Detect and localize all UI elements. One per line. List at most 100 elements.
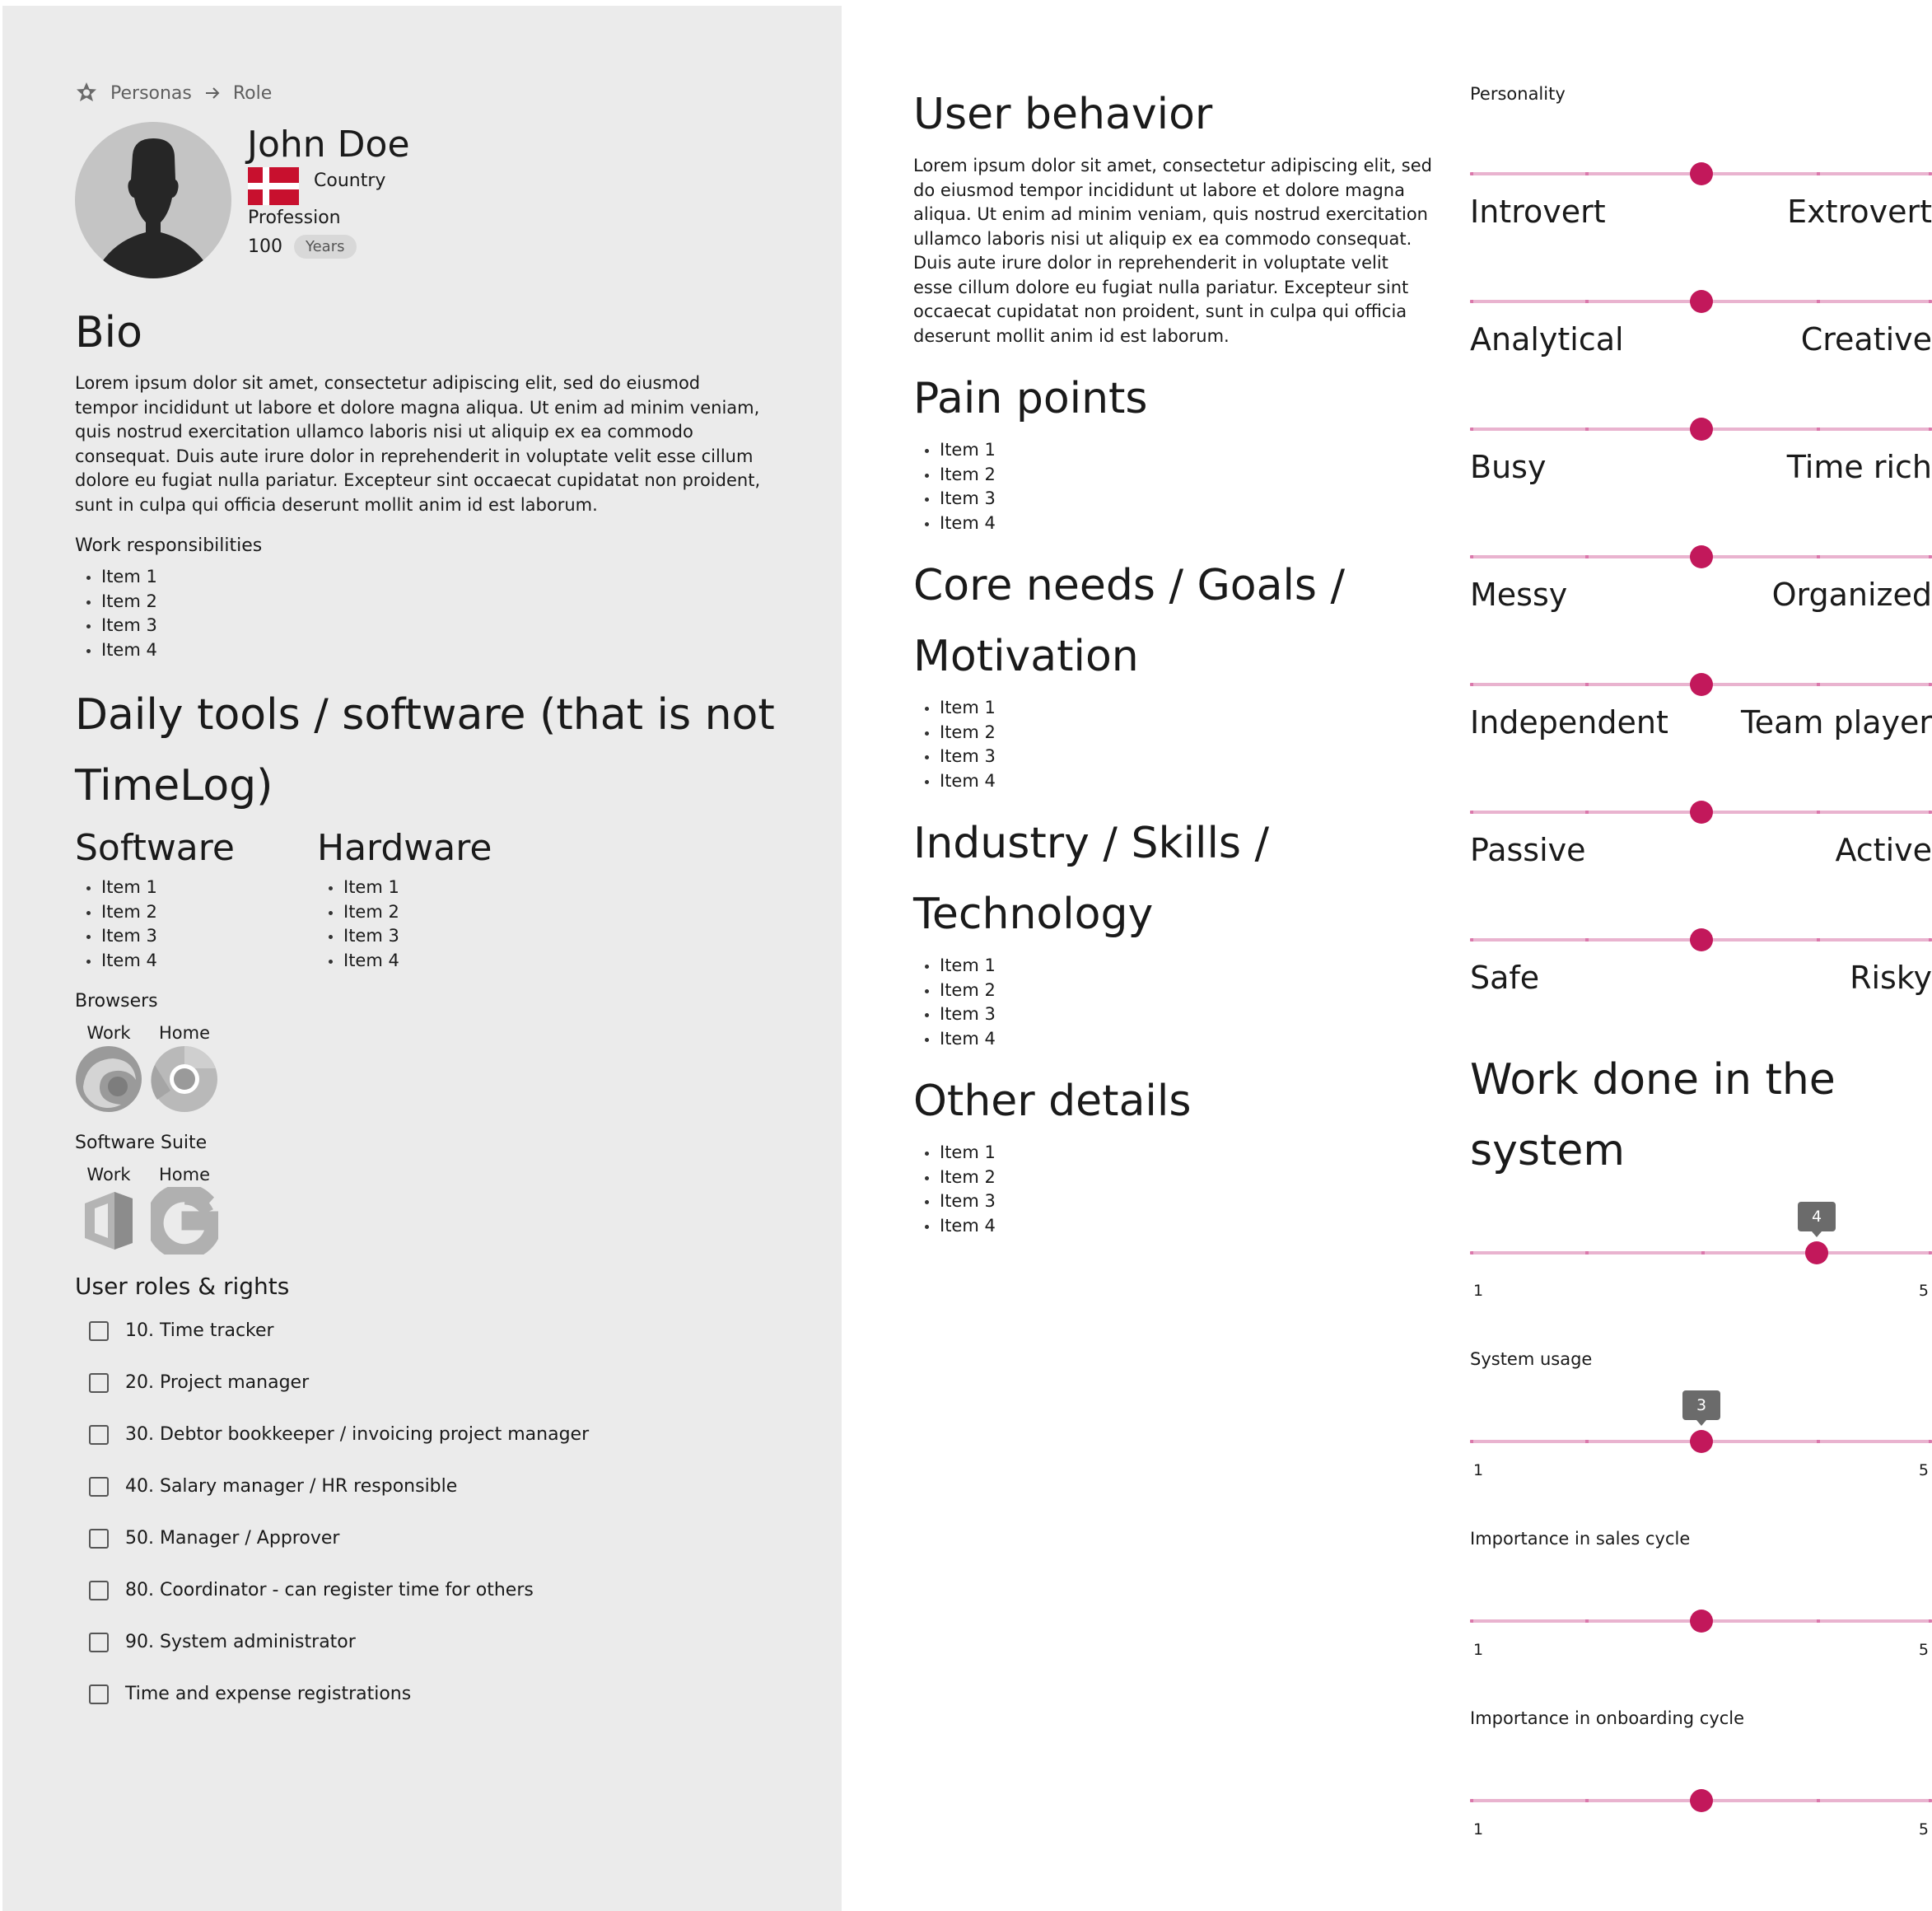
slider-thumb[interactable] — [1690, 290, 1713, 313]
slider-thumb[interactable]: 4 — [1798, 1202, 1836, 1264]
denmark-flag-icon — [248, 167, 299, 205]
personality-slider[interactable] — [1470, 540, 1932, 573]
slider-tick — [1585, 1440, 1589, 1443]
other-details-title: Other details — [913, 1077, 1192, 1126]
system-usage-slider[interactable]: 3 — [1470, 1390, 1932, 1458]
slider-tick — [1585, 1799, 1589, 1802]
software-suite-title: Software Suite — [75, 1133, 208, 1153]
checkbox[interactable] — [89, 1528, 109, 1549]
chrome-icon — [151, 1045, 218, 1116]
slider-thumb[interactable] — [1690, 928, 1713, 951]
work-done-title: Work done in the system — [1470, 1055, 1836, 1175]
list-item: Item 3 — [913, 745, 996, 769]
scale-right-label: Creative — [1800, 321, 1932, 357]
work-done-slider[interactable]: 4 — [1470, 1202, 1932, 1269]
role-label: 30. Debtor bookkeeper / invoicing projec… — [125, 1424, 590, 1445]
scale-left-label: Passive — [1470, 832, 1586, 868]
slider-tick — [1470, 1251, 1473, 1255]
checkbox[interactable] — [89, 1632, 109, 1652]
range-min: 1 — [1473, 1820, 1484, 1839]
checkbox[interactable] — [89, 1684, 109, 1704]
personality-scale-labels: Introvert Extrovert — [1470, 191, 1932, 232]
list-item: Item 1 — [75, 565, 157, 590]
bio-title: Bio — [75, 308, 142, 357]
list-item: Item 4 — [75, 638, 157, 663]
core-needs-list: Item 1 Item 2 Item 3 Item 4 — [913, 696, 996, 793]
slider-thumb[interactable] — [1690, 545, 1713, 568]
range-max: 5 — [1918, 1461, 1929, 1479]
slider-thumb[interactable] — [1690, 1789, 1713, 1812]
list-item: Item 3 — [75, 614, 157, 638]
checkbox[interactable] — [89, 1476, 109, 1497]
bio-text: Lorem ipsum dolor sit amet, consectetur … — [75, 373, 761, 515]
suite-work-label: Work — [86, 1165, 131, 1184]
role-checkbox-row[interactable]: 10. Time tracker — [75, 1305, 589, 1357]
breadcrumb-root-link[interactable]: Personas — [110, 83, 192, 104]
sales-cycle-range: 15 — [1470, 1640, 1929, 1660]
slider-tick — [1585, 938, 1589, 941]
other-details-list: Item 1 Item 2 Item 3 Item 4 — [913, 1141, 996, 1238]
personality-slider[interactable] — [1470, 796, 1932, 829]
person-silhouette-icon — [93, 138, 213, 278]
checkbox[interactable] — [89, 1372, 109, 1393]
personality-slider[interactable] — [1470, 285, 1932, 318]
slider-tick — [1929, 1799, 1932, 1802]
slider-tick — [1929, 938, 1932, 941]
checkbox[interactable] — [89, 1424, 109, 1445]
slider-tick — [1470, 1799, 1473, 1802]
role-checkbox-row[interactable]: 30. Debtor bookkeeper / invoicing projec… — [75, 1409, 589, 1460]
personality-slider[interactable] — [1470, 668, 1932, 701]
slider-thumb[interactable] — [1690, 801, 1713, 824]
slider-tick — [1929, 172, 1932, 175]
software-suite-row: Work Home — [75, 1162, 222, 1260]
role-checkbox-row[interactable]: 50. Manager / Approver — [75, 1512, 589, 1564]
persona-name: John Doe — [247, 124, 410, 166]
slider-tick — [1817, 1440, 1820, 1443]
slider-tick — [1585, 172, 1589, 175]
suite-work: Work — [75, 1162, 142, 1258]
avatar — [75, 122, 231, 278]
industry-list: Item 1 Item 2 Item 3 Item 4 — [913, 954, 996, 1051]
slider-value-tooltip: 4 — [1798, 1202, 1836, 1237]
slider-tick — [1817, 555, 1820, 558]
suite-home-label: Home — [158, 1165, 210, 1184]
slider-tick — [1585, 1251, 1589, 1255]
slider-tick — [1817, 1799, 1820, 1802]
slider-tick — [1929, 1440, 1932, 1443]
role-checkbox-row[interactable]: 20. Project manager — [75, 1357, 589, 1409]
scale-right-label: Active — [1835, 832, 1932, 868]
scale-left-label: Busy — [1470, 449, 1547, 485]
hardware-title: Hardware — [317, 827, 492, 869]
role-checkbox-row[interactable]: 40. Salary manager / HR responsible — [75, 1460, 589, 1512]
slider-tick — [1929, 1619, 1932, 1623]
scale-left-label: Introvert — [1470, 194, 1606, 230]
role-checkbox-row[interactable]: Time and expense registrations — [75, 1668, 589, 1720]
role-checkbox-row[interactable]: 90. System administrator — [75, 1616, 589, 1668]
slider-thumb[interactable] — [1690, 673, 1713, 696]
role-checkbox-row[interactable]: 80. Coordinator - can register time for … — [75, 1564, 589, 1616]
list-item: Item 4 — [913, 769, 996, 794]
hardware-list: Item 1 Item 2 Item 3 Item 4 — [317, 876, 399, 973]
onboarding-cycle-slider[interactable] — [1470, 1784, 1932, 1817]
list-item: Item 4 — [317, 949, 399, 974]
slider-thumb[interactable]: 3 — [1682, 1390, 1720, 1453]
user-roles-list: 10. Time tracker 20. Project manager 30.… — [75, 1305, 589, 1720]
daily-tools-title: Daily tools / software (that is not Time… — [75, 690, 775, 811]
slider-tick — [1585, 1619, 1589, 1623]
checkbox[interactable] — [89, 1580, 109, 1600]
checkbox[interactable] — [89, 1320, 109, 1341]
slider-tick — [1470, 300, 1473, 303]
slider-thumb[interactable] — [1690, 1610, 1713, 1633]
user-behavior-text: Lorem ipsum dolor sit amet, consectetur … — [913, 156, 1432, 346]
personality-slider[interactable] — [1470, 413, 1932, 446]
list-item: Item 2 — [913, 463, 996, 488]
sales-cycle-slider[interactable] — [1470, 1605, 1932, 1638]
software-title: Software — [75, 827, 235, 869]
personality-slider[interactable] — [1470, 923, 1932, 956]
slider-thumb[interactable] — [1690, 418, 1713, 441]
personality-slider[interactable] — [1470, 157, 1932, 190]
slider-thumb[interactable] — [1690, 162, 1713, 185]
range-min: 1 — [1473, 1641, 1484, 1659]
personality-scale-labels: Safe Risky — [1470, 957, 1932, 998]
browser-work-label: Work — [86, 1023, 131, 1043]
